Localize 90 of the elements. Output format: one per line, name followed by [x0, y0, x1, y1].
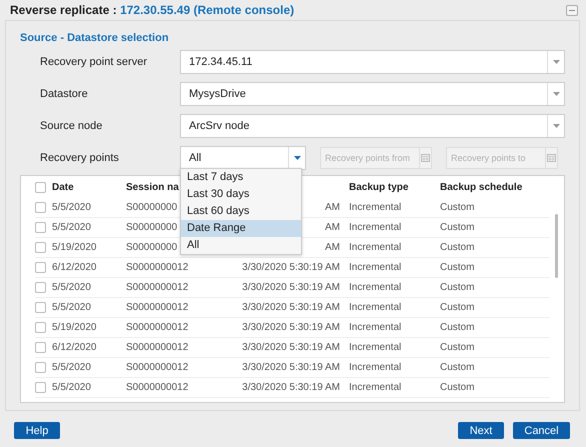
table-cell: S00000000	[126, 202, 178, 213]
table-cell: 3/30/2020 5:30:19 AM	[242, 382, 340, 393]
caret-icon	[552, 124, 560, 128]
cancel-button[interactable]: Cancel	[513, 422, 570, 439]
table-cell: 5/19/2020	[52, 242, 96, 253]
table-cell: S00000000	[126, 222, 178, 233]
table-cell: 3/30/2020 5:30:19 AM	[242, 262, 340, 273]
checkbox[interactable]	[35, 282, 46, 293]
table-cell: S0000000012	[126, 362, 188, 373]
collapse-icon[interactable]	[566, 4, 578, 16]
table-cell: Custom	[440, 202, 474, 213]
table-cell: Custom	[440, 322, 474, 333]
table-cell: AM	[325, 222, 340, 233]
table-cell: Incremental	[349, 342, 402, 353]
checkbox[interactable]	[35, 302, 46, 313]
table-cell: Incremental	[349, 302, 402, 313]
checkbox[interactable]	[35, 322, 46, 333]
table-cell: 5/5/2020	[52, 302, 91, 313]
checkbox[interactable]	[35, 222, 46, 233]
dropdown-field[interactable]: MysysDrive	[180, 82, 565, 106]
table-cell: 5/5/2020	[52, 362, 91, 373]
next-button[interactable]: Next	[458, 422, 504, 439]
table-cell: Custom	[440, 242, 474, 253]
table-cell: S0000000012	[126, 282, 188, 293]
checkbox[interactable]	[35, 342, 46, 353]
table-cell: Custom	[440, 282, 474, 293]
field-label: Datastore	[40, 88, 89, 100]
table-cell: S0000000012	[126, 322, 188, 333]
checkbox[interactable]	[35, 262, 46, 273]
dropdown-option[interactable]: Last 7 days	[181, 169, 301, 186]
calendar-icon	[421, 154, 430, 162]
checkbox[interactable]	[35, 382, 46, 393]
table-cell: AM	[325, 242, 340, 253]
checkbox[interactable]	[35, 202, 46, 213]
table-cell: AM	[325, 202, 340, 213]
table-cell: 5/5/2020	[52, 382, 91, 393]
dropdown-field[interactable]: 172.34.45.11	[180, 50, 565, 74]
dropdown-field[interactable]: All	[180, 146, 306, 170]
scrollbar[interactable]	[555, 214, 558, 278]
table-cell: Custom	[440, 362, 474, 373]
field-label: Recovery points	[40, 152, 120, 164]
caret-icon	[552, 60, 560, 64]
checkbox[interactable]	[35, 362, 46, 373]
table-cell: 5/5/2020	[52, 222, 91, 233]
table-cell: 3/30/2020 5:30:19 AM	[242, 282, 340, 293]
dropdown-option[interactable]: Date Range	[181, 220, 301, 237]
table-cell: S00000000	[126, 242, 178, 253]
field-label: Recovery point server	[40, 56, 148, 68]
table-cell: Incremental	[349, 362, 402, 373]
table-cell: Custom	[440, 302, 474, 313]
column-header: Backup type	[349, 182, 408, 192]
dropdown-field[interactable]: ArcSrv node	[180, 114, 565, 138]
section-title: Source - Datastore selection	[20, 32, 170, 44]
table-cell: 5/5/2020	[52, 282, 91, 293]
table-cell: Custom	[440, 222, 474, 233]
table-cell: Custom	[440, 262, 474, 273]
column-header: Session na	[126, 182, 179, 192]
table-cell: S0000000012	[126, 382, 188, 393]
table-cell: S0000000012	[126, 342, 188, 353]
calendar-icon	[547, 154, 556, 162]
window-title: Reverse replicate : 172.30.55.49 (Remote console)	[10, 3, 296, 17]
table-cell: S0000000012	[126, 302, 188, 313]
column-header: Date	[52, 182, 74, 192]
help-button[interactable]: Help	[14, 422, 60, 439]
table-cell: Incremental	[349, 322, 402, 333]
table-cell: 6/12/2020	[52, 262, 96, 273]
table-cell: 3/30/2020 5:30:19 AM	[242, 362, 340, 373]
table-cell: Incremental	[349, 242, 402, 253]
table-cell: 3/30/2020 5:30:19 AM	[242, 302, 340, 313]
field-label: Source node	[40, 120, 104, 132]
caret-icon	[552, 92, 560, 96]
table-cell: 5/5/2020	[52, 202, 91, 213]
checkbox[interactable]	[35, 242, 46, 253]
table-cell: Incremental	[349, 382, 402, 393]
table-cell: Incremental	[349, 222, 402, 233]
checkbox[interactable]	[35, 182, 46, 192]
table-cell: 3/30/2020 5:30:19 AM	[242, 342, 340, 353]
column-header: Backup schedule	[440, 182, 522, 192]
table-cell: Incremental	[349, 262, 402, 273]
table-cell: Incremental	[349, 202, 402, 213]
table-cell: 3/30/2020 5:30:19 AM	[242, 322, 340, 333]
table-cell: 6/12/2020	[52, 342, 96, 353]
dropdown-option[interactable]: All	[181, 237, 301, 254]
table-cell: Custom	[440, 382, 474, 393]
dropdown-option[interactable]: Last 60 days	[181, 203, 301, 220]
dropdown-option[interactable]: Last 30 days	[181, 186, 301, 203]
table-cell: Custom	[440, 342, 474, 353]
table-cell: S0000000012	[126, 262, 188, 273]
table-cell: 5/19/2020	[52, 322, 96, 333]
table-cell: Incremental	[349, 282, 402, 293]
